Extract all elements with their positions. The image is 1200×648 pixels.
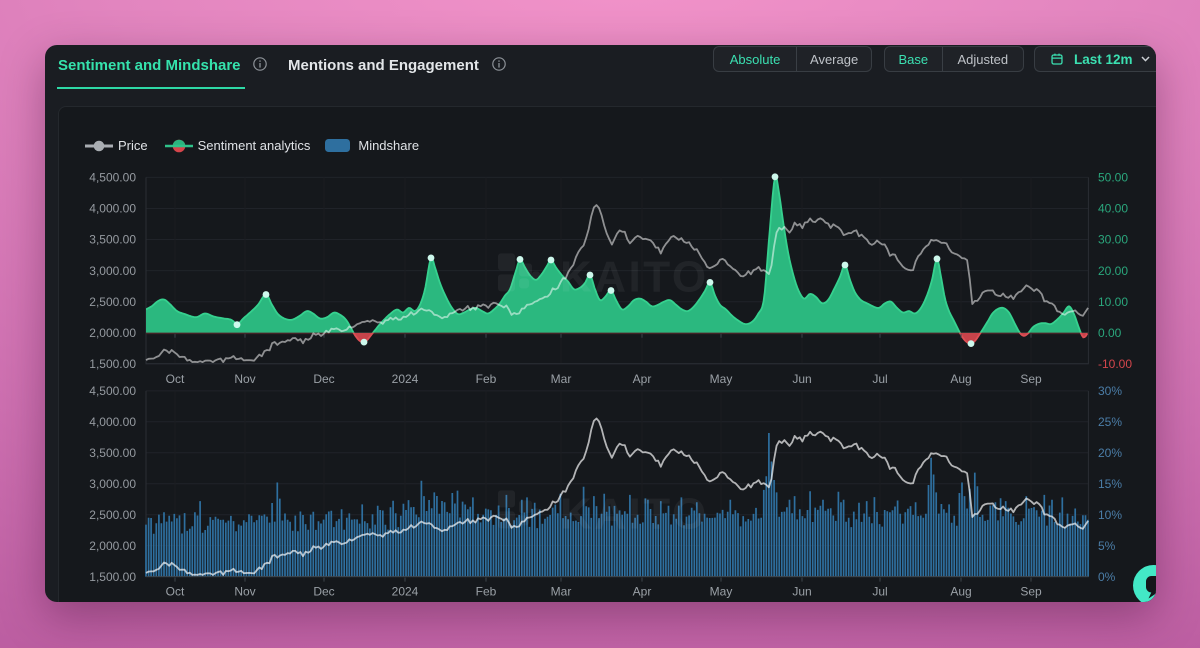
svg-text:Nov: Nov bbox=[234, 584, 255, 598]
svg-text:15%: 15% bbox=[1098, 477, 1122, 491]
svg-text:Oct: Oct bbox=[166, 584, 185, 598]
svg-text:May: May bbox=[710, 371, 733, 385]
svg-text:Apr: Apr bbox=[633, 371, 652, 385]
svg-text:3,500.00: 3,500.00 bbox=[89, 446, 136, 460]
svg-text:3,000.00: 3,000.00 bbox=[89, 477, 136, 491]
svg-text:Aug: Aug bbox=[950, 584, 971, 598]
svg-text:20.00: 20.00 bbox=[1098, 263, 1128, 277]
svg-text:30%: 30% bbox=[1098, 384, 1122, 398]
svg-text:1,500.00: 1,500.00 bbox=[89, 357, 136, 371]
svg-text:Jun: Jun bbox=[792, 371, 811, 385]
svg-text:4,000.00: 4,000.00 bbox=[89, 201, 136, 215]
svg-text:Mar: Mar bbox=[551, 371, 572, 385]
svg-text:4,000.00: 4,000.00 bbox=[89, 415, 136, 429]
svg-text:25%: 25% bbox=[1098, 415, 1122, 429]
svg-text:10%: 10% bbox=[1098, 507, 1122, 521]
svg-text:Oct: Oct bbox=[166, 371, 185, 385]
svg-text:2,000.00: 2,000.00 bbox=[89, 538, 136, 552]
svg-text:Aug: Aug bbox=[950, 371, 971, 385]
svg-text:Sep: Sep bbox=[1020, 371, 1042, 385]
svg-text:May: May bbox=[710, 584, 733, 598]
svg-text:Jul: Jul bbox=[872, 584, 887, 598]
svg-text:1,500.00: 1,500.00 bbox=[89, 569, 136, 583]
svg-text:2,500.00: 2,500.00 bbox=[89, 294, 136, 308]
svg-text:3,500.00: 3,500.00 bbox=[89, 232, 136, 246]
svg-text:20%: 20% bbox=[1098, 446, 1122, 460]
svg-text:0.00: 0.00 bbox=[1098, 326, 1122, 340]
svg-text:3,000.00: 3,000.00 bbox=[89, 263, 136, 277]
svg-text:Dec: Dec bbox=[313, 371, 334, 385]
svg-text:Jun: Jun bbox=[792, 584, 811, 598]
svg-text:Nov: Nov bbox=[234, 371, 255, 385]
svg-text:-10.00: -10.00 bbox=[1098, 357, 1132, 371]
svg-text:5%: 5% bbox=[1098, 538, 1116, 552]
svg-text:KAITO: KAITO bbox=[560, 489, 709, 538]
svg-text:10.00: 10.00 bbox=[1098, 294, 1128, 308]
svg-text:Mar: Mar bbox=[551, 584, 572, 598]
svg-text:Feb: Feb bbox=[476, 584, 497, 598]
svg-text:Jul: Jul bbox=[872, 371, 887, 385]
svg-text:4,500.00: 4,500.00 bbox=[89, 384, 136, 398]
svg-text:2024: 2024 bbox=[392, 371, 419, 385]
svg-text:KAITO: KAITO bbox=[560, 252, 709, 301]
svg-text:2,000.00: 2,000.00 bbox=[89, 326, 136, 340]
svg-text:Sep: Sep bbox=[1020, 584, 1042, 598]
svg-text:40.00: 40.00 bbox=[1098, 201, 1128, 215]
svg-text:50.00: 50.00 bbox=[1098, 170, 1128, 184]
svg-text:2,500.00: 2,500.00 bbox=[89, 507, 136, 521]
svg-text:2024: 2024 bbox=[392, 584, 419, 598]
svg-text:Apr: Apr bbox=[633, 584, 652, 598]
svg-text:0%: 0% bbox=[1098, 569, 1116, 583]
svg-text:Feb: Feb bbox=[476, 371, 497, 385]
svg-text:Dec: Dec bbox=[313, 584, 334, 598]
svg-text:4,500.00: 4,500.00 bbox=[89, 170, 136, 184]
svg-text:30.00: 30.00 bbox=[1098, 232, 1128, 246]
